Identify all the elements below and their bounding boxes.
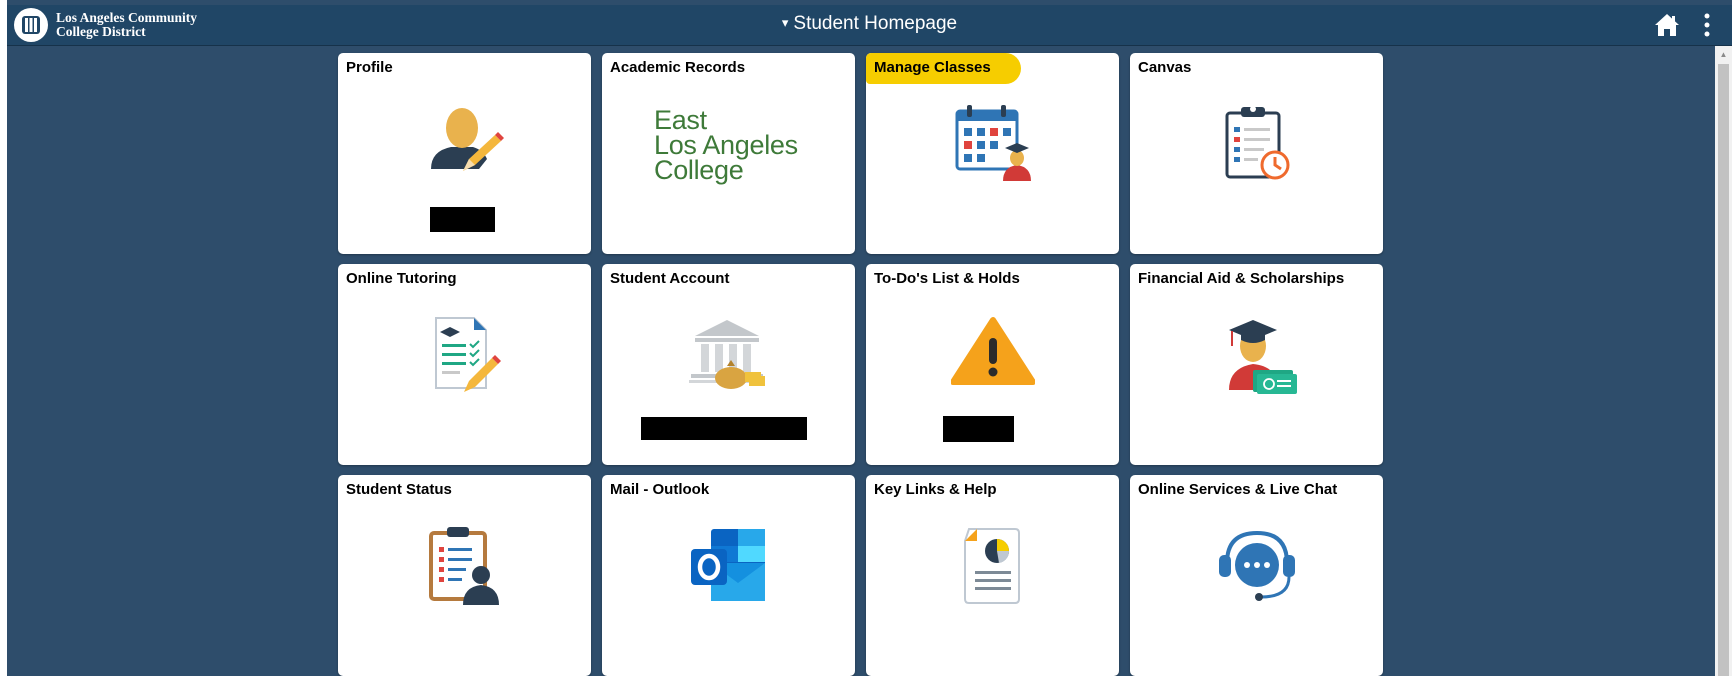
calendar-student-icon bbox=[955, 105, 1031, 181]
scrollbar-thumb[interactable] bbox=[1718, 64, 1729, 676]
scroll-up-arrow-icon[interactable]: ▲ bbox=[1715, 46, 1732, 63]
tile-student-account[interactable]: Student Account bbox=[602, 264, 855, 465]
tile-title: Online Services & Live Chat bbox=[1138, 481, 1338, 498]
tile-title: Manage Classes bbox=[866, 53, 1021, 84]
user-edit-icon bbox=[430, 108, 504, 171]
college-logo-line3: College bbox=[654, 155, 744, 185]
college-logo: East Los Angeles College bbox=[654, 107, 798, 185]
home-icon bbox=[1655, 14, 1679, 36]
tile-title: Key Links & Help bbox=[874, 481, 997, 498]
tile-profile[interactable]: Profile bbox=[338, 53, 591, 254]
tile-title: Academic Records bbox=[610, 59, 746, 76]
report-chart-icon bbox=[963, 528, 1020, 604]
outlook-icon bbox=[690, 529, 765, 601]
warning-icon bbox=[950, 317, 1035, 385]
redacted-text bbox=[430, 207, 495, 232]
headset-chat-icon bbox=[1218, 530, 1295, 601]
tile-financial-aid[interactable]: Financial Aid & Scholarships bbox=[1130, 264, 1383, 465]
vertical-scrollbar[interactable]: ▲ bbox=[1715, 46, 1732, 676]
graduate-money-icon bbox=[1228, 320, 1297, 394]
tile-title: Profile bbox=[346, 59, 393, 76]
actions-menu-button[interactable] bbox=[1700, 11, 1714, 39]
tile-title: To-Do's List & Holds bbox=[874, 270, 1020, 287]
page-title-label: Student Homepage bbox=[793, 13, 958, 34]
tile-title: Student Status bbox=[346, 481, 452, 498]
tile-title: Student Account bbox=[610, 270, 730, 287]
tile-title: Canvas bbox=[1138, 59, 1192, 76]
tile-canvas[interactable]: Canvas bbox=[1130, 53, 1383, 254]
page-title[interactable]: ▾ Student Homepage bbox=[7, 13, 1732, 35]
tile-manage-classes[interactable]: Manage Classes bbox=[866, 53, 1119, 254]
tile-online-services-chat[interactable]: Online Services & Live Chat bbox=[1130, 475, 1383, 676]
tile-title: Online Tutoring bbox=[346, 270, 457, 287]
tile-title: Mail - Outlook bbox=[610, 481, 710, 498]
tile-academic-records[interactable]: Academic Records East Los Angeles Colleg… bbox=[602, 53, 855, 254]
tile-online-tutoring[interactable]: Online Tutoring bbox=[338, 264, 591, 465]
bank-money-icon bbox=[688, 320, 765, 389]
home-button[interactable] bbox=[1652, 11, 1682, 39]
clipboard-person-icon bbox=[428, 527, 499, 605]
redacted-text bbox=[641, 417, 807, 440]
clipboard-clock-icon bbox=[1225, 106, 1289, 180]
homepage-tiles: Profile Academic Records East Los Angele… bbox=[338, 53, 1383, 676]
redacted-text bbox=[943, 416, 1014, 442]
app-root: Los Angeles Community College District ▾… bbox=[7, 0, 1732, 676]
top-navbar: Los Angeles Community College District ▾… bbox=[7, 5, 1732, 46]
document-checklist-icon bbox=[434, 317, 501, 392]
tile-key-links-help[interactable]: Key Links & Help bbox=[866, 475, 1119, 676]
caret-down-icon: ▾ bbox=[781, 15, 789, 30]
tile-student-status[interactable]: Student Status bbox=[338, 475, 591, 676]
tile-title: Financial Aid & Scholarships bbox=[1138, 270, 1345, 287]
tile-mail-outlook[interactable]: Mail - Outlook bbox=[602, 475, 855, 676]
more-vertical-icon bbox=[1704, 13, 1710, 37]
tile-todo-holds[interactable]: To-Do's List & Holds bbox=[866, 264, 1119, 465]
